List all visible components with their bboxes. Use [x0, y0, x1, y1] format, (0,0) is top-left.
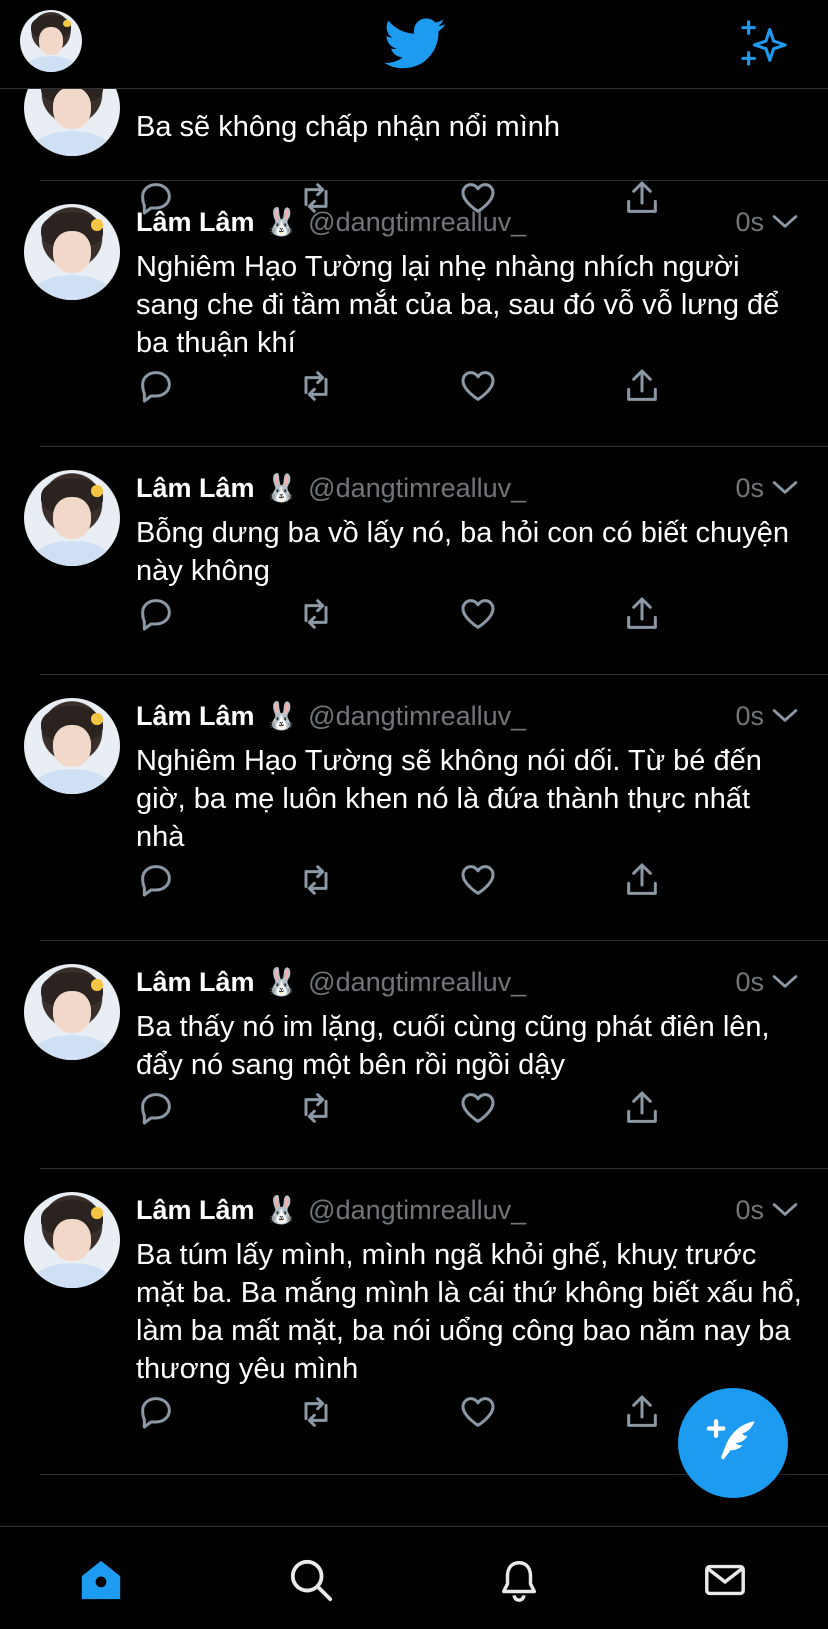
reply-icon[interactable] — [136, 366, 176, 406]
tweet-text: Bỗng dưng ba vồ lấy nó, ba hỏi con có bi… — [136, 517, 790, 587]
share-icon[interactable] — [622, 594, 662, 634]
chevron-down-icon[interactable] — [772, 212, 798, 232]
author-name[interactable]: Lâm Lâm — [136, 967, 255, 998]
tweet-time: 0s — [735, 206, 764, 237]
author-emoji: 🐰 — [264, 967, 299, 997]
tweet-header: Lâm Lâm 🐰 @dangtimrealluv_ 0s — [136, 204, 828, 240]
author-emoji: 🐰 — [264, 207, 299, 237]
profile-avatar[interactable] — [20, 10, 82, 72]
author-name[interactable]: Lâm Lâm — [136, 701, 255, 732]
tweet-actions — [136, 1088, 828, 1128]
tweet-header: Lâm Lâm 🐰 @dangtimrealluv_ 0s — [136, 1192, 828, 1228]
sparkle-icon[interactable] — [738, 18, 790, 68]
reply-icon[interactable] — [136, 1088, 176, 1128]
author-handle[interactable]: @dangtimrealluv_ — [308, 473, 526, 504]
notifications-icon[interactable] — [496, 1557, 542, 1603]
like-icon[interactable] — [458, 594, 498, 634]
messages-icon[interactable] — [702, 1557, 748, 1603]
compose-tweet-button[interactable] — [678, 1388, 788, 1498]
chevron-down-icon[interactable] — [772, 972, 798, 992]
retweet-icon[interactable] — [296, 1392, 336, 1432]
author-avatar[interactable] — [24, 204, 120, 300]
like-icon[interactable] — [458, 366, 498, 406]
retweet-icon[interactable] — [296, 1088, 336, 1128]
tweet-header: Lâm Lâm 🐰 @dangtimrealluv_ 0s — [136, 698, 828, 734]
home-icon[interactable] — [78, 1557, 124, 1603]
twitter-bird-icon[interactable] — [384, 18, 446, 70]
author-avatar[interactable] — [24, 964, 120, 1060]
tweet-text: Nghiêm Hạo Tường sẽ không nói dối. Từ bé… — [136, 745, 762, 853]
tweet-actions — [136, 366, 828, 406]
author-handle[interactable]: @dangtimrealluv_ — [308, 207, 526, 238]
author-avatar[interactable] — [24, 698, 120, 794]
tweet[interactable]: Lâm Lâm 🐰 @dangtimrealluv_ 0s Bỗng dưng … — [24, 446, 828, 675]
author-handle[interactable]: @dangtimrealluv_ — [308, 967, 526, 998]
like-icon[interactable] — [458, 1392, 498, 1432]
author-handle[interactable]: @dangtimrealluv_ — [308, 701, 526, 732]
reply-icon[interactable] — [136, 594, 176, 634]
author-avatar[interactable] — [24, 470, 120, 566]
tweet-text: Ba thấy nó im lặng, cuối cùng cũng phát … — [136, 1011, 770, 1081]
tweet-time: 0s — [735, 472, 764, 503]
share-icon[interactable] — [622, 860, 662, 900]
tweet-text: Ba túm lấy mình, mình ngã khỏi ghế, khuỵ… — [136, 1239, 802, 1385]
share-icon[interactable] — [622, 1088, 662, 1128]
author-emoji: 🐰 — [264, 701, 299, 731]
author-emoji: 🐰 — [264, 1195, 299, 1225]
chevron-down-icon[interactable] — [772, 478, 798, 498]
author-avatar[interactable] — [24, 1192, 120, 1288]
chevron-down-icon[interactable] — [772, 1200, 798, 1220]
tweet[interactable]: Lâm Lâm 🐰 @dangtimrealluv_ 0s Ba thấy nó… — [24, 940, 828, 1169]
tweet-time: 0s — [735, 700, 764, 731]
tweet-time: 0s — [735, 1194, 764, 1225]
retweet-icon[interactable] — [296, 594, 336, 634]
bottom-nav — [0, 1526, 828, 1629]
tweet-header: Lâm Lâm 🐰 @dangtimrealluv_ 0s — [136, 964, 828, 1000]
share-icon[interactable] — [622, 366, 662, 406]
chevron-down-icon[interactable] — [772, 706, 798, 726]
author-name[interactable]: Lâm Lâm — [136, 473, 255, 504]
share-icon[interactable] — [622, 1392, 662, 1432]
tweet-actions — [136, 594, 828, 634]
compose-tweet-icon — [706, 1419, 755, 1460]
author-emoji: 🐰 — [264, 473, 299, 503]
tweet-header: Lâm Lâm 🐰 @dangtimrealluv_ 0s — [136, 470, 828, 506]
author-handle[interactable]: @dangtimrealluv_ — [308, 1195, 526, 1226]
tweet-text: Nghiêm Hạo Tường lại nhẹ nhàng nhích ngư… — [136, 251, 780, 359]
reply-icon[interactable] — [136, 1392, 176, 1432]
retweet-icon[interactable] — [296, 366, 336, 406]
like-icon[interactable] — [458, 860, 498, 900]
tweet-time: 0s — [735, 966, 764, 997]
search-icon[interactable] — [288, 1557, 334, 1603]
top-bar — [0, 0, 828, 89]
author-name[interactable]: Lâm Lâm — [136, 207, 255, 238]
retweet-icon[interactable] — [296, 860, 336, 900]
tweet-text: Ba sẽ không chấp nhận nổi mình — [136, 111, 561, 143]
tweet-actions — [136, 860, 828, 900]
like-icon[interactable] — [458, 1088, 498, 1128]
tweet[interactable]: Lâm Lâm 🐰 @dangtimrealluv_ 0s Nghiêm Hạo… — [24, 674, 828, 941]
reply-icon[interactable] — [136, 860, 176, 900]
tweet[interactable]: Lâm Lâm 🐰 @dangtimrealluv_ 0s Nghiêm Hạo… — [24, 180, 828, 447]
author-name[interactable]: Lâm Lâm — [136, 1195, 255, 1226]
